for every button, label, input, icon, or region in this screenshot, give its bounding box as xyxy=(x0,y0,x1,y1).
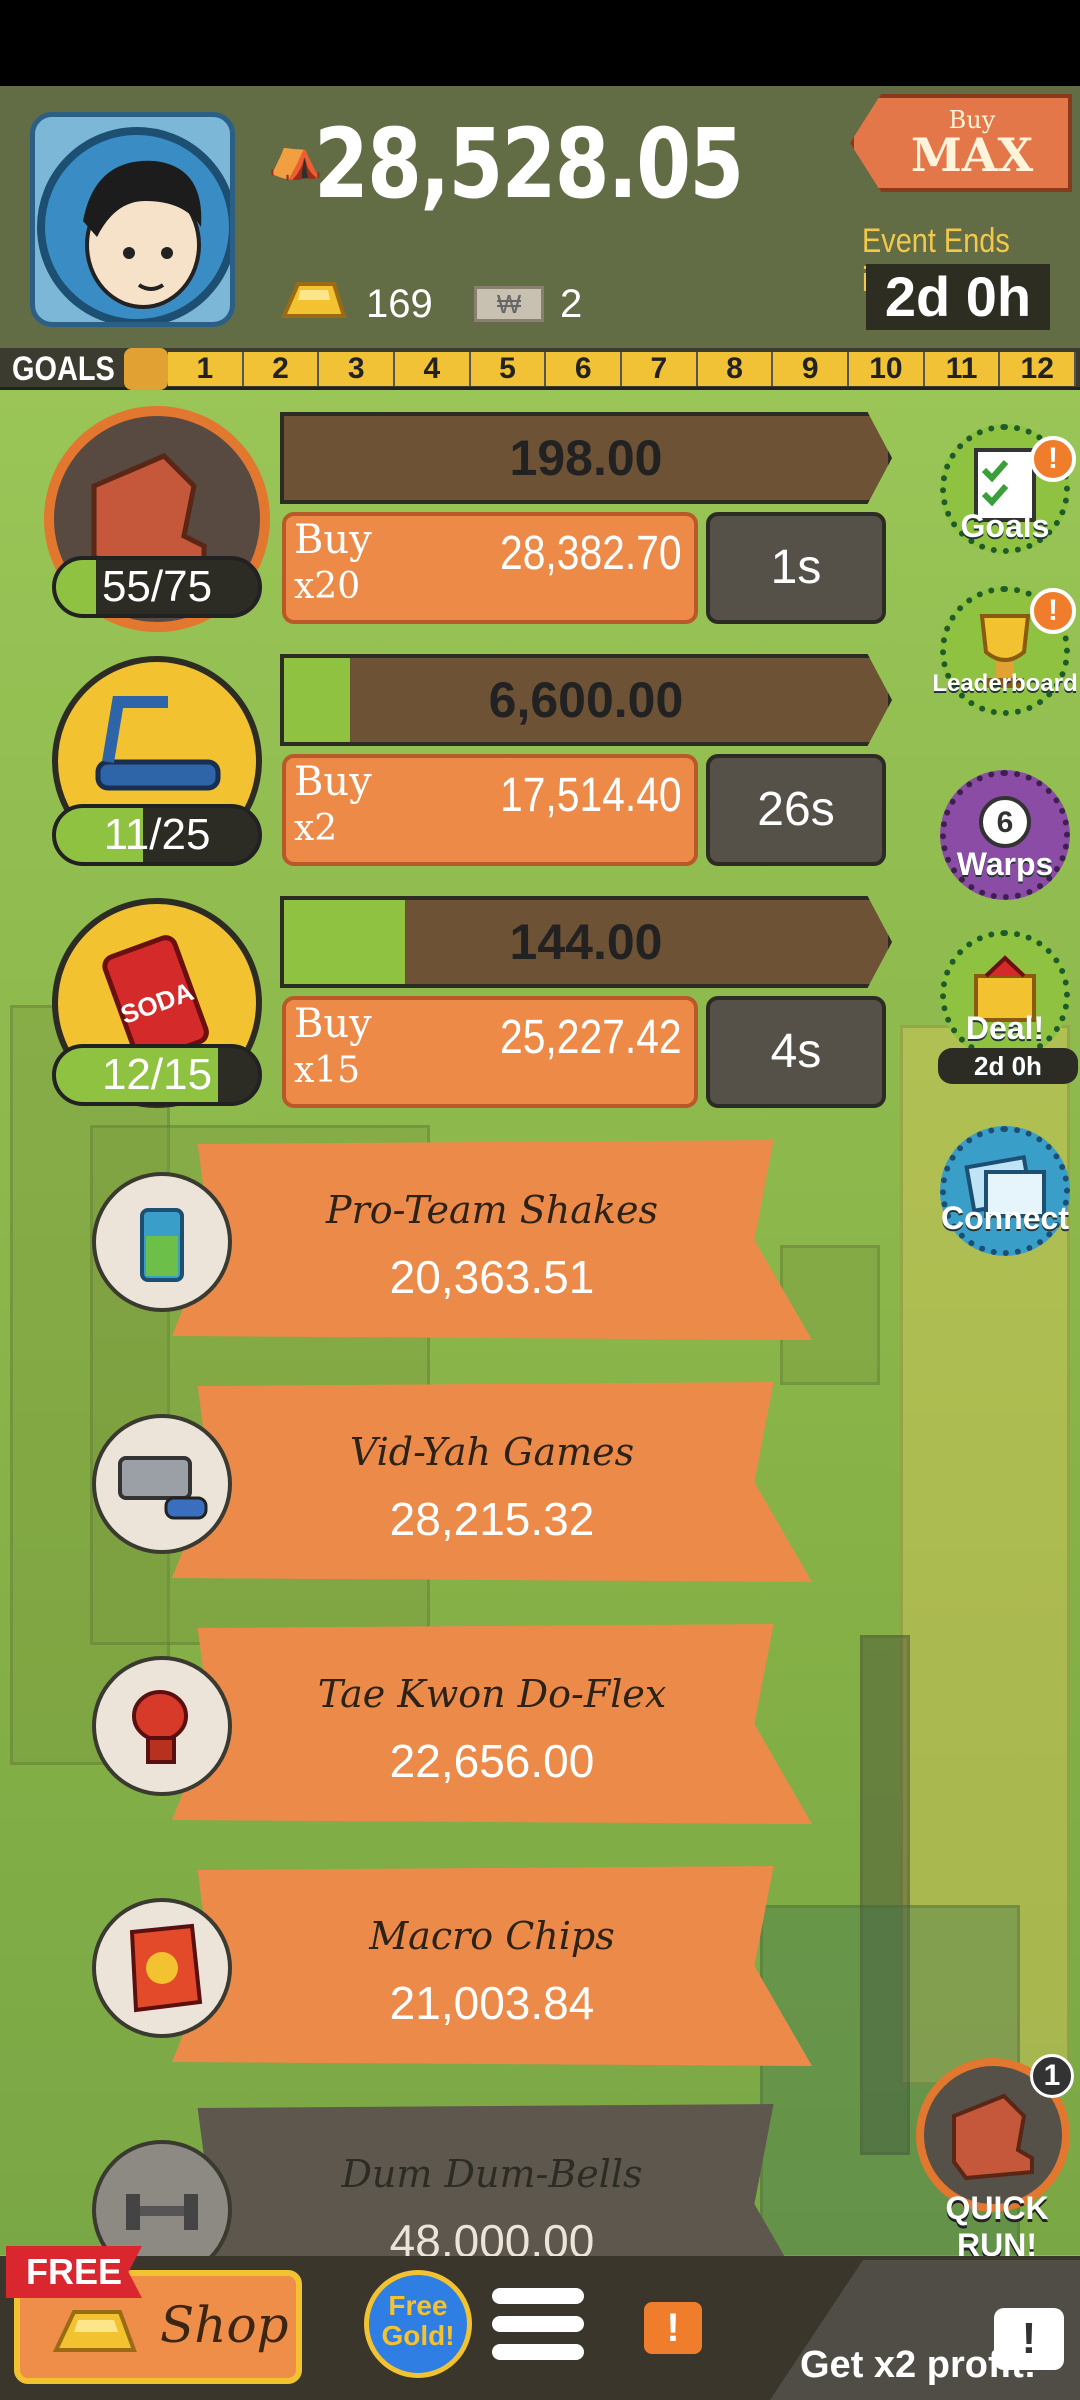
quick-run-badge: 1 xyxy=(1030,2054,1074,2098)
goal-number: 1 xyxy=(168,352,244,386)
menu-button[interactable] xyxy=(492,2288,584,2368)
business-owned-count: 11/25 xyxy=(52,804,262,866)
menu-line xyxy=(492,2344,584,2360)
free-ribbon: FREE xyxy=(6,2246,142,2298)
avatar[interactable] xyxy=(30,112,235,327)
owned-progress-fill xyxy=(56,560,97,614)
buy-business-button[interactable]: Buy x2 17,514.40 xyxy=(282,754,698,866)
ticket-icon: ₩ xyxy=(474,286,544,322)
business-timer: 1s xyxy=(706,512,886,624)
gold-count: 169 xyxy=(366,282,433,326)
goal-number: 8 xyxy=(698,352,774,386)
goals-bar[interactable]: GOALS 1 2 3 4 5 6 7 8 9 10 11 12 xyxy=(0,348,1080,390)
locked-business-pro-team-shakes[interactable]: Pro-Team Shakes 20,363.51 xyxy=(172,1140,812,1340)
warps-side-label: Warps xyxy=(956,846,1054,882)
menu-line xyxy=(492,2316,584,2332)
quick-run-label: QUICK RUN! xyxy=(945,2190,1049,2263)
goal-number: 6 xyxy=(546,352,623,386)
goal-number: 10 xyxy=(849,352,925,386)
goal-number: 11 xyxy=(925,352,1001,386)
business-timer: 4s xyxy=(706,996,886,1108)
gold-bar-icon xyxy=(278,276,348,324)
locked-business-macro-chips[interactable]: Macro Chips 21,003.84 xyxy=(172,1866,812,2066)
goal-number: 9 xyxy=(773,352,850,386)
cash-amount: 28,528.05 xyxy=(314,108,744,220)
goal-number: 2 xyxy=(244,352,320,386)
locked-business-tae-kwon-do-flex[interactable]: Tae Kwon Do-Flex 22,656.00 xyxy=(172,1624,812,1824)
locked-business-vid-yah-games[interactable]: Vid-Yah Games 28,215.32 xyxy=(172,1382,812,1582)
business-owned-count: 55/75 xyxy=(52,556,262,618)
notice-button[interactable]: ! xyxy=(644,2302,702,2354)
ticket-count: 2 xyxy=(560,282,583,326)
goals-track: 1 2 3 4 5 6 7 8 9 10 11 12 xyxy=(168,352,1077,386)
goal-number: 7 xyxy=(622,352,698,386)
shake-cup-icon xyxy=(92,1172,232,1312)
goals-alert-badge: ! xyxy=(1030,436,1076,482)
shop-label: Shop xyxy=(160,2296,289,2354)
connect-side-label: Connect xyxy=(941,1200,1069,1236)
buy-business-button[interactable]: Buy x15 25,227.42 xyxy=(282,996,698,1108)
menu-line xyxy=(492,2288,584,2304)
business-timer: 26s xyxy=(706,754,886,866)
buy-business-button[interactable]: Buy x20 28,382.70 xyxy=(282,512,698,624)
leaderboard-alert-badge: ! xyxy=(1030,588,1076,634)
deal-timer: 2d 0h xyxy=(938,1048,1078,1084)
status-bar xyxy=(0,0,1080,86)
goals-side-label: Goals xyxy=(960,508,1050,544)
revenue-bar[interactable]: 198.00 xyxy=(280,412,892,504)
goal-number: 12 xyxy=(1000,352,1077,386)
free-gold-button[interactable]: Free Gold! xyxy=(364,2270,472,2378)
revenue-bar[interactable]: 6,600.00 xyxy=(280,654,892,746)
business-owned-count: 12/15 xyxy=(52,1044,262,1106)
top-header: ⛺ 28,528.05 169 ₩ 2 Buy MAX Event Ends i… xyxy=(0,86,1080,348)
buy-max-button[interactable]: Buy MAX xyxy=(850,94,1072,192)
goal-number: 5 xyxy=(471,352,547,386)
game-console-icon xyxy=(92,1414,232,1554)
revenue-bar[interactable]: 144.00 xyxy=(280,896,892,988)
goals-label: GOALS xyxy=(12,350,115,388)
leaderboard-side-label: Leaderboard xyxy=(932,670,1078,697)
deal-side-label: Deal! xyxy=(965,1010,1045,1046)
boxing-glove-icon xyxy=(92,1656,232,1796)
gold-bar-icon xyxy=(52,2310,137,2352)
goal-number: 4 xyxy=(395,352,471,386)
buy-max-big-label: MAX xyxy=(910,128,1034,182)
svg-text:6: 6 xyxy=(997,806,1014,839)
goal-number: 3 xyxy=(319,352,396,386)
chips-bag-icon xyxy=(92,1898,232,2038)
gift-icon xyxy=(124,348,168,390)
tv-ad-icon[interactable]: ! xyxy=(994,2308,1064,2370)
event-time: 2d 0h xyxy=(866,264,1050,330)
